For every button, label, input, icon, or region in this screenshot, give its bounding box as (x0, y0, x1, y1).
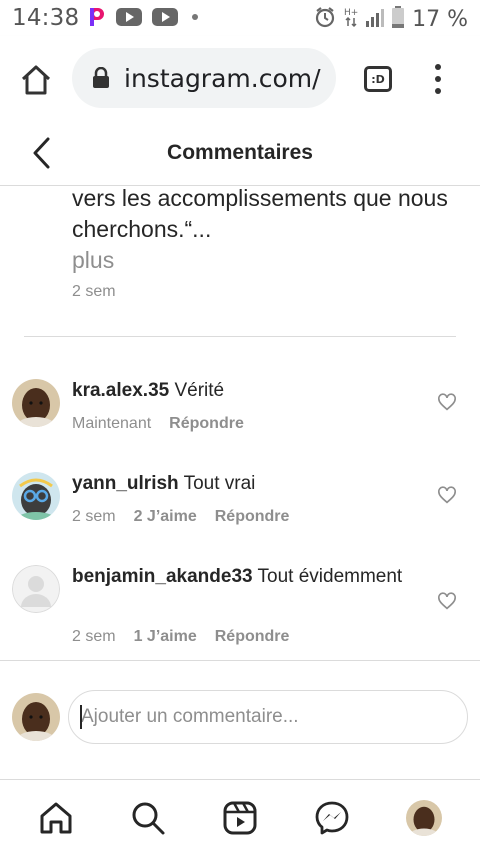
like-comment-button[interactable] (437, 486, 457, 504)
profile-avatar (406, 800, 442, 836)
battery-percent: 17 % (412, 7, 468, 32)
comment-meta: 2 sem 2 J’aime Répondre (72, 508, 289, 526)
comment-content: yann_ulrish Tout vrai (72, 470, 412, 497)
lock-icon (92, 66, 110, 89)
comment-likes[interactable]: 1 J’aime (134, 628, 197, 646)
status-notification-icons (86, 6, 198, 28)
comment-time: Maintenant (72, 415, 152, 432)
comment-time: 2 sem (72, 508, 116, 525)
comment-meta: 2 sem 1 J’aime Répondre (72, 628, 289, 646)
caption-more-link[interactable]: plus (72, 245, 114, 276)
picsart-icon (86, 6, 106, 28)
hplus-signal-icon: H+ (344, 6, 358, 33)
youtube-icon (116, 8, 142, 26)
nav-home[interactable] (37, 799, 75, 837)
comment-username[interactable]: yann_ulrish (72, 473, 179, 494)
comment-likes[interactable]: 2 J’aime (134, 508, 197, 526)
search-icon (132, 802, 165, 835)
comment-time: 2 sem (72, 628, 116, 645)
comment-content: kra.alex.35 Vérité (72, 377, 412, 404)
menu-dot (435, 64, 441, 70)
heart-outline-icon (438, 393, 456, 411)
comments-header: Commentaires (0, 122, 480, 186)
browser-toolbar: instagram.com/ :D (0, 36, 480, 122)
battery-icon (392, 6, 405, 33)
caption-timestamp: 2 sem (72, 283, 116, 300)
reels-icon (223, 801, 257, 835)
cell-signal-icon (366, 7, 385, 32)
notification-dot-icon (192, 14, 198, 20)
comment-username[interactable]: kra.alex.35 (72, 380, 169, 401)
home-icon (40, 802, 72, 834)
heart-outline-icon (438, 592, 456, 610)
bottom-navigation (0, 781, 480, 854)
like-comment-button[interactable] (437, 592, 457, 610)
avatar[interactable] (12, 565, 60, 613)
status-time: 14:38 (12, 5, 80, 31)
address-bar[interactable]: instagram.com/ (72, 48, 336, 108)
nav-profile[interactable] (405, 799, 443, 837)
like-comment-button[interactable] (437, 393, 457, 411)
caption-text: vers les accomplissements que nous cherc… (72, 185, 448, 242)
home-outline-icon (21, 65, 51, 95)
comment-text: Tout évidemment (257, 566, 403, 587)
nav-messenger[interactable] (313, 799, 351, 837)
caption-divider (24, 336, 456, 337)
avatar[interactable] (12, 472, 60, 520)
comment-meta: Maintenant Répondre (72, 415, 244, 433)
status-system-icons: H+ 17 % (314, 6, 468, 33)
youtube-icon (152, 8, 178, 26)
reply-button[interactable]: Répondre (215, 508, 290, 526)
nav-reels[interactable] (221, 799, 259, 837)
comment-username[interactable]: benjamin_akande33 (72, 566, 253, 587)
comment-input[interactable] (68, 690, 468, 744)
comment-text: Tout vrai (183, 473, 256, 494)
alarm-icon (314, 6, 336, 33)
add-comment-bar (0, 660, 480, 780)
page-title: Commentaires (167, 141, 313, 164)
messenger-icon (315, 801, 349, 835)
browser-home-button[interactable] (18, 62, 54, 98)
comment-content: benjamin_akande33 Tout évidemment (72, 563, 412, 590)
status-bar: 14:38 H+ 17 % (0, 0, 480, 36)
svg-text:H+: H+ (344, 8, 358, 18)
avatar[interactable] (12, 379, 60, 427)
text-cursor (80, 705, 82, 729)
comment-text: Vérité (174, 380, 225, 401)
reply-button[interactable]: Répondre (169, 415, 244, 433)
url-text: instagram.com/ (124, 63, 321, 93)
browser-menu-button[interactable] (428, 64, 448, 94)
tab-switcher-button[interactable]: :D (364, 66, 392, 92)
menu-dot (435, 88, 441, 94)
heart-outline-icon (438, 486, 456, 504)
menu-dot (435, 76, 441, 82)
reply-button[interactable]: Répondre (215, 628, 290, 646)
nav-search[interactable] (129, 799, 167, 837)
current-user-avatar (12, 693, 60, 741)
